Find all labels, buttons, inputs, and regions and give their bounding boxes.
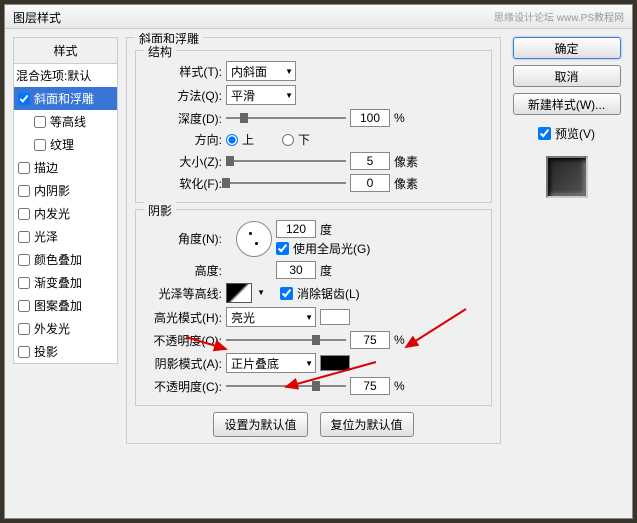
highlight-color-swatch[interactable] [320,309,350,325]
gloss-contour-label: 光泽等高线: [144,285,222,302]
antialias-checkbox[interactable] [280,287,293,300]
size-input[interactable] [350,152,390,170]
direction-down-radio[interactable] [282,134,294,146]
shadow-opacity-label: 不透明度(C): [144,378,222,395]
angle-input[interactable] [276,220,316,238]
texture-item[interactable]: 纹理 [14,133,117,156]
cancel-button[interactable]: 取消 [513,65,621,87]
soften-input[interactable] [350,174,390,192]
dialog-title: 图层样式 [13,9,61,24]
style-select[interactable]: 内斜面 [226,61,296,81]
preview-label: 预览(V) [555,125,595,142]
style-label: 样式(T): [144,63,222,80]
size-slider[interactable] [226,153,346,169]
watermark: 思缘设计论坛 www.PS教程网 [494,9,624,24]
highlight-opacity-slider[interactable] [226,332,346,348]
contour-item[interactable]: 等高线 [14,110,117,133]
direction-up-radio[interactable] [226,134,238,146]
gradient-overlay-item[interactable]: 渐变叠加 [14,271,117,294]
layer-style-dialog: 图层样式 思缘设计论坛 www.PS教程网 样式 混合选项:默认 斜面和浮雕 等… [4,4,633,519]
drop-shadow-item[interactable]: 投影 [14,340,117,363]
action-panel: 确定 取消 新建样式(W)... 预览(V) [509,37,624,510]
contour-checkbox[interactable] [34,116,46,128]
outer-glow-checkbox[interactable] [18,323,30,335]
inner-shadow-checkbox[interactable] [18,185,30,197]
structure-title: 结构 [144,43,176,60]
preview-checkbox[interactable] [538,127,551,140]
texture-checkbox[interactable] [34,139,46,151]
stroke-checkbox[interactable] [18,162,30,174]
new-style-button[interactable]: 新建样式(W)... [513,93,621,115]
highlight-mode-label: 高光模式(H): [144,309,222,326]
shadow-mode-label: 阴影模式(A): [144,355,222,372]
shadow-opacity-slider[interactable] [226,378,346,394]
technique-select[interactable]: 平滑 [226,85,296,105]
angle-label: 角度(N): [144,230,222,247]
inner-glow-checkbox[interactable] [18,208,30,220]
altitude-input[interactable] [276,261,316,279]
angle-dial[interactable] [236,221,272,257]
pattern-overlay-item[interactable]: 图案叠加 [14,294,117,317]
preview-swatch [546,156,588,198]
color-overlay-checkbox[interactable] [18,254,30,266]
stroke-item[interactable]: 描边 [14,156,117,179]
direction-label: 方向: [144,131,222,148]
bevel-emboss-item[interactable]: 斜面和浮雕 [14,87,117,110]
highlight-mode-select[interactable]: 亮光 [226,307,316,327]
structure-fieldset: 结构 样式(T): 内斜面 方法(Q): 平滑 深度(D): % [135,50,492,203]
settings-panel: 斜面和浮雕 结构 样式(T): 内斜面 方法(Q): 平滑 深度(D): [126,37,501,510]
shadow-mode-select[interactable]: 正片叠底 [226,353,316,373]
styles-list-panel: 样式 混合选项:默认 斜面和浮雕 等高线 纹理 描边 内阴影 内发光 光泽 颜色… [13,37,118,510]
titlebar: 图层样式 思缘设计论坛 www.PS教程网 [5,5,632,29]
highlight-opacity-label: 不透明度(O): [144,332,222,349]
blend-options-item[interactable]: 混合选项:默认 [14,64,117,87]
highlight-opacity-input[interactable] [350,331,390,349]
inner-shadow-item[interactable]: 内阴影 [14,179,117,202]
technique-label: 方法(Q): [144,87,222,104]
soften-slider[interactable] [226,175,346,191]
shadow-color-swatch[interactable] [320,355,350,371]
size-label: 大小(Z): [144,153,222,170]
shading-title: 阴影 [144,202,176,219]
altitude-label: 高度: [144,262,222,279]
color-overlay-item[interactable]: 颜色叠加 [14,248,117,271]
depth-label: 深度(D): [144,110,222,127]
global-light-checkbox[interactable] [276,242,289,255]
gradient-overlay-checkbox[interactable] [18,277,30,289]
bevel-emboss-checkbox[interactable] [18,93,30,105]
reset-default-button[interactable]: 复位为默认值 [320,412,414,437]
ok-button[interactable]: 确定 [513,37,621,59]
soften-label: 软化(F): [144,175,222,192]
satin-checkbox[interactable] [18,231,30,243]
shading-fieldset: 阴影 角度(N): 度 [135,209,492,406]
depth-input[interactable] [350,109,390,127]
outer-glow-item[interactable]: 外发光 [14,317,117,340]
make-default-button[interactable]: 设置为默认值 [213,412,307,437]
inner-glow-item[interactable]: 内发光 [14,202,117,225]
bevel-fieldset: 斜面和浮雕 结构 样式(T): 内斜面 方法(Q): 平滑 深度(D): [126,37,501,444]
styles-header: 样式 [14,38,117,64]
satin-item[interactable]: 光泽 [14,225,117,248]
shadow-opacity-input[interactable] [350,377,390,395]
depth-slider[interactable] [226,110,346,126]
pattern-overlay-checkbox[interactable] [18,300,30,312]
gloss-contour-picker[interactable] [226,283,252,303]
drop-shadow-checkbox[interactable] [18,346,30,358]
